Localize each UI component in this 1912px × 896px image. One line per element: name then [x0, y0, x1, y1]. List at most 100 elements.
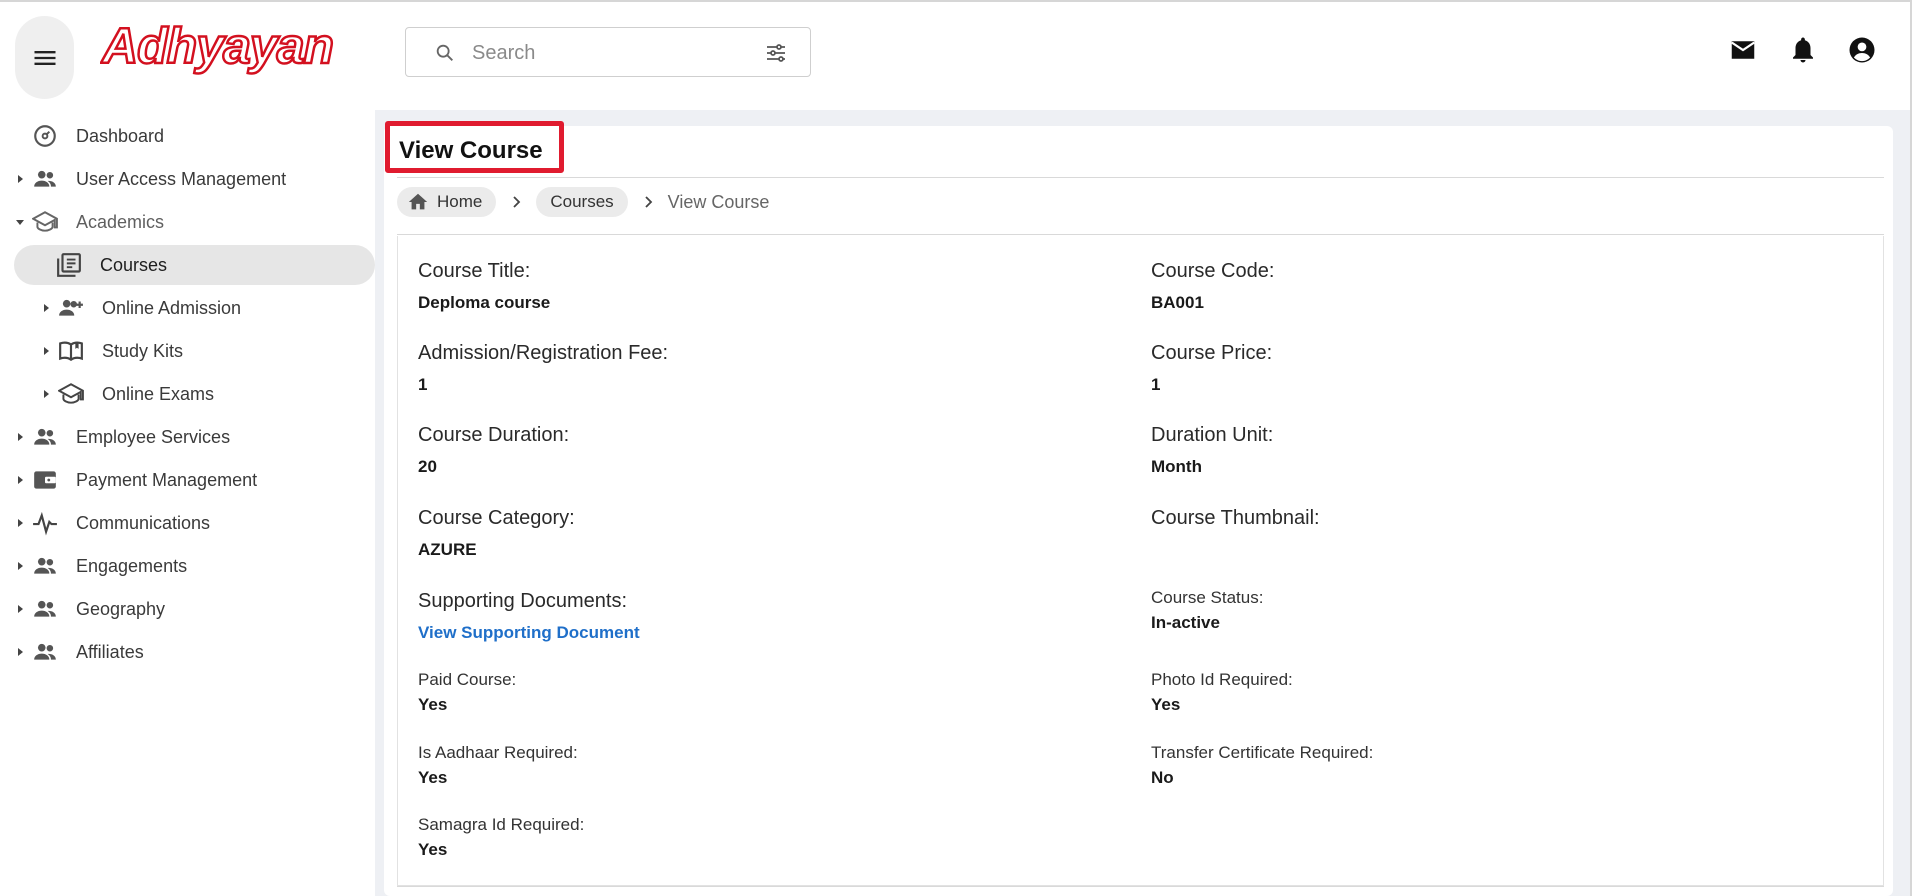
- bell-icon: [1793, 37, 1813, 63]
- samagra-id-field: Samagra Id Required: Yes: [418, 815, 584, 860]
- sidebar-item-online-admission[interactable]: Online Admission: [14, 288, 375, 328]
- duration-unit-field: Duration Unit: Month: [1151, 424, 1273, 477]
- course-thumbnail-label: Course Thumbnail:: [1151, 507, 1320, 529]
- breadcrumb-divider: [397, 234, 1884, 235]
- course-price-field: Course Price: 1: [1151, 342, 1272, 395]
- photo-id-value: Yes: [1151, 695, 1181, 714]
- transfer-certificate-value: No: [1151, 768, 1174, 787]
- title-highlight-box: [385, 121, 564, 173]
- course-duration-label: Course Duration:: [418, 424, 570, 446]
- breadcrumb-courses-label: Courses: [550, 192, 614, 211]
- wallet-icon: [30, 467, 60, 493]
- aadhaar-required-value: Yes: [418, 768, 448, 787]
- duration-unit-label: Duration Unit:: [1151, 424, 1274, 446]
- duration-unit-value: Month: [1151, 457, 1202, 476]
- course-title-label: Course Title:: [418, 260, 531, 282]
- course-category-value: AZURE: [418, 540, 477, 559]
- adhyayan-logo[interactable]: Adhyayan: [100, 15, 340, 77]
- sidebar-item-label: Engagements: [76, 555, 188, 576]
- sidebar-item-user-access-management[interactable]: User Access Management: [14, 159, 375, 199]
- people-icon: [30, 553, 60, 579]
- course-duration-value: 20: [418, 457, 437, 476]
- course-title-field: Course Title: Deploma course: [418, 260, 550, 313]
- course-duration-field: Course Duration: 20: [418, 424, 569, 477]
- sidebar-item-label: User Access Management: [76, 168, 287, 189]
- caret-right-icon: [14, 431, 26, 443]
- caret-right-icon: [14, 474, 26, 486]
- course-code-value: BA001: [1151, 293, 1204, 312]
- chevron-right-icon: [628, 195, 668, 209]
- course-status-field: Course Status: In-active: [1151, 588, 1263, 633]
- course-code-label: Course Code:: [1151, 260, 1275, 282]
- sidebar-item-communications[interactable]: Communications: [14, 503, 375, 543]
- search-box[interactable]: [405, 27, 811, 77]
- breadcrumb-home-label: Home: [437, 192, 483, 211]
- sidebar-item-label: Courses: [100, 254, 168, 275]
- hamburger-icon: [34, 50, 55, 65]
- sidebar-item-geography[interactable]: Geography: [14, 589, 375, 629]
- course-code-field: Course Code: BA001: [1151, 260, 1274, 313]
- transfer-certificate-label: Transfer Certificate Required:: [1151, 743, 1374, 762]
- chevron-right-icon: [496, 195, 536, 209]
- samagra-id-value: Yes: [418, 840, 448, 859]
- course-price-value: 1: [1151, 375, 1161, 394]
- notifications-button[interactable]: [1786, 33, 1820, 67]
- people-icon: [30, 166, 60, 192]
- sidebar-item-dashboard[interactable]: Dashboard: [14, 116, 375, 156]
- caret-right-icon: [40, 302, 52, 314]
- people-icon: [30, 424, 60, 450]
- graduation-cap-icon: [30, 209, 60, 235]
- sidebar-item-courses[interactable]: Courses: [14, 245, 375, 285]
- sidebar-item-online-exams[interactable]: Online Exams: [14, 374, 375, 414]
- view-supporting-document-link[interactable]: View Supporting Document: [418, 623, 640, 643]
- breadcrumb-current: View Course: [667, 191, 770, 212]
- supporting-documents-label: Supporting Documents:: [418, 590, 628, 612]
- sidebar-item-academics[interactable]: Academics: [14, 202, 375, 242]
- paid-course-field: Paid Course: Yes: [418, 670, 516, 715]
- caret-right-icon: [40, 345, 52, 357]
- breadcrumb-home[interactable]: Home: [397, 187, 497, 217]
- svg-text:Adhyayan: Adhyayan: [100, 18, 333, 74]
- course-category-label: Course Category:: [418, 507, 575, 529]
- sidebar-item-label: Study Kits: [102, 340, 184, 361]
- sidebar-item-study-kits[interactable]: Study Kits: [14, 331, 375, 371]
- app-header: Adhyayan: [0, 5, 1910, 105]
- filter-settings-icon[interactable]: [764, 41, 788, 65]
- breadcrumb: Home Courses View Course: [397, 187, 769, 217]
- mail-button[interactable]: [1726, 33, 1760, 67]
- sidebar-item-employee-services[interactable]: Employee Services: [14, 417, 375, 457]
- course-category-field: Course Category: AZURE: [418, 507, 575, 560]
- paid-course-label: Paid Course:: [418, 670, 517, 689]
- aadhaar-required-label: Is Aadhaar Required:: [418, 743, 578, 762]
- caret-right-icon: [14, 646, 26, 658]
- pulse-icon: [30, 510, 60, 536]
- sidebar-item-label: Affiliates: [76, 641, 144, 662]
- caret-right-icon: [40, 388, 52, 400]
- sidebar-item-label: Communications: [76, 512, 211, 533]
- title-divider: [397, 177, 1884, 178]
- samagra-id-label: Samagra Id Required:: [418, 815, 585, 834]
- supporting-documents-field: Supporting Documents: View Supporting Do…: [418, 590, 640, 643]
- caret-right-icon: [14, 173, 26, 185]
- details-bottom-divider: [397, 886, 1884, 887]
- menu-toggle-button[interactable]: [15, 16, 74, 99]
- sidebar-item-affiliates[interactable]: Affiliates: [14, 632, 375, 672]
- sidebar-item-label: Online Exams: [102, 383, 215, 404]
- sidebar-item-payment-management[interactable]: Payment Management: [14, 460, 375, 500]
- caret-down-icon: [14, 216, 26, 228]
- course-thumbnail-field: Course Thumbnail:: [1151, 507, 1320, 530]
- breadcrumb-courses[interactable]: Courses: [536, 187, 628, 217]
- sidebar-item-engagements[interactable]: Engagements: [14, 546, 375, 586]
- sidebar-item-label: Academics: [76, 211, 165, 232]
- dashboard-icon: [30, 123, 60, 149]
- people-icon: [30, 596, 60, 622]
- admission-fee-value: 1: [418, 375, 428, 394]
- photo-id-label: Photo Id Required:: [1151, 670, 1293, 689]
- search-input[interactable]: [472, 38, 742, 68]
- transfer-certificate-field: Transfer Certificate Required: No: [1151, 743, 1373, 788]
- open-book-icon: [56, 338, 86, 364]
- paid-course-value: Yes: [418, 695, 448, 714]
- aadhaar-required-field: Is Aadhaar Required: Yes: [418, 743, 578, 788]
- profile-button[interactable]: [1845, 33, 1879, 67]
- course-status-value: In-active: [1151, 613, 1220, 632]
